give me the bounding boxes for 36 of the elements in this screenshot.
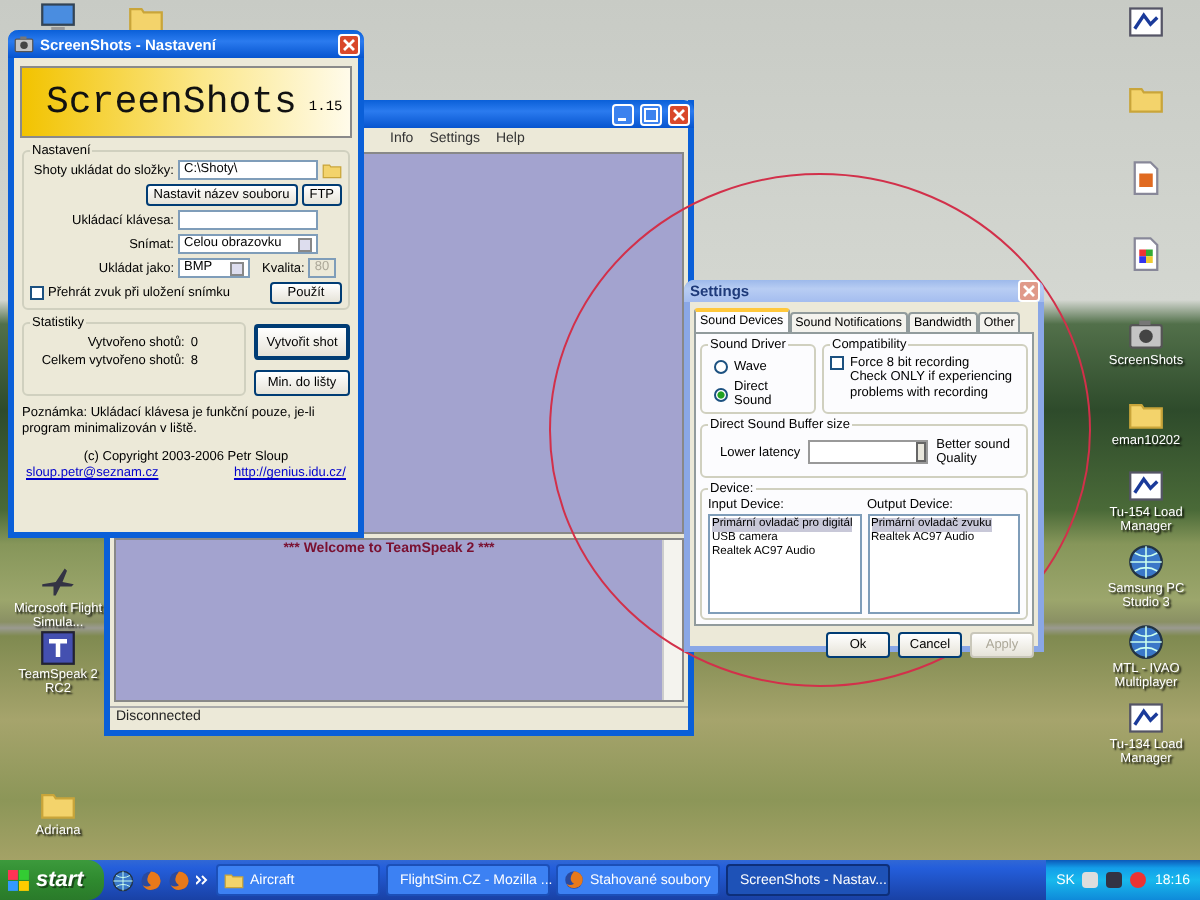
app-icon — [14, 34, 34, 54]
hotkey-field[interactable] — [178, 210, 318, 230]
minimize-button[interactable] — [612, 103, 634, 125]
overflow-chevron-icon[interactable] — [196, 874, 208, 886]
desktop-icon — [1128, 316, 1164, 352]
checkbox[interactable] — [30, 286, 44, 300]
logo-text: ScreenShots — [46, 80, 297, 124]
close-icon — [1022, 284, 1036, 298]
quick-launch-icon — [112, 869, 134, 891]
app-icon — [564, 870, 584, 890]
start-button[interactable]: start — [0, 860, 104, 900]
close-icon — [342, 37, 356, 51]
close-button[interactable] — [338, 33, 360, 55]
desktop-icon — [1128, 700, 1164, 736]
radio-button[interactable] — [714, 360, 728, 374]
flag-icon — [8, 869, 30, 891]
close-icon — [672, 107, 686, 121]
quick-launch-icon — [168, 869, 190, 891]
app-icon — [224, 870, 244, 890]
desktop-icon — [40, 0, 76, 36]
checkbox[interactable] — [830, 356, 844, 370]
slider-track[interactable] — [808, 440, 929, 464]
desktop-icon — [1128, 4, 1164, 40]
radio-button[interactable] — [714, 387, 728, 401]
desktop-icon — [1128, 160, 1164, 196]
close-button[interactable] — [668, 103, 690, 125]
maximize-button[interactable] — [640, 103, 662, 125]
folder-icon — [322, 160, 342, 180]
desktop-icon — [1128, 236, 1164, 272]
desktop-icon — [1128, 468, 1164, 504]
scrollbar[interactable] — [662, 540, 682, 700]
desktop-icon — [40, 630, 76, 666]
quick-launch-icon — [140, 869, 162, 891]
slider-thumb[interactable] — [916, 442, 927, 462]
desktop-icon — [40, 564, 76, 600]
maximize-icon — [644, 107, 658, 121]
